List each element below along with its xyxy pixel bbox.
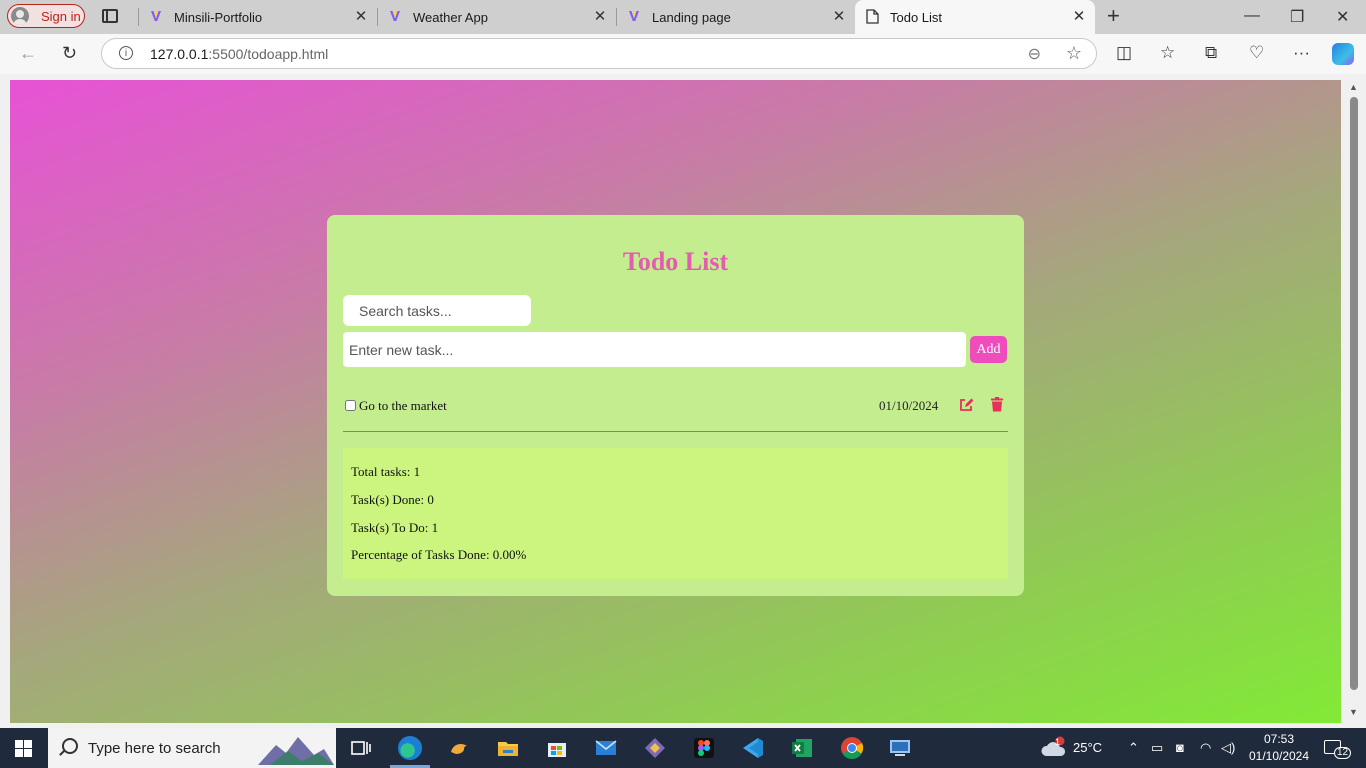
favorites-icon[interactable]: ☆ [1160, 43, 1175, 63]
close-tab-icon[interactable]: ✕ [353, 9, 369, 25]
battery-icon[interactable]: ▭ [1151, 740, 1163, 756]
taskbar-clock[interactable]: 07:53 01/10/2024 [1244, 731, 1314, 765]
weather-temperature[interactable]: 25°C [1073, 740, 1102, 755]
tab-title: Weather App [413, 9, 488, 25]
copilot-icon[interactable] [1332, 43, 1354, 65]
stat-percentage-done: Percentage of Tasks Done: 0.00% [351, 547, 527, 562]
edge-browser-icon[interactable] [390, 736, 430, 768]
url-host: 127.0.0.1 [150, 46, 209, 62]
close-tab-icon[interactable]: ✕ [592, 9, 608, 25]
browser-essentials-icon[interactable]: ♡ [1249, 43, 1264, 63]
dev-tool-icon[interactable] [643, 736, 667, 760]
task-date: 01/10/2024 [879, 398, 939, 413]
scrollbar-thumb[interactable] [1350, 97, 1358, 690]
minimize-icon[interactable]: — [1244, 7, 1260, 25]
tab-title: Minsili-Portfolio [174, 9, 263, 25]
task-done-checkbox[interactable] [345, 400, 356, 411]
zoom-icon[interactable]: ⊖ [1028, 44, 1041, 64]
network-icon[interactable]: ◠ [1200, 740, 1211, 756]
site-info-icon[interactable]: i [119, 46, 133, 60]
app-icon[interactable] [447, 736, 471, 760]
taskbar-search-box[interactable]: Type here to search [48, 728, 336, 768]
close-window-icon[interactable]: ✕ [1336, 7, 1349, 27]
show-hidden-icons-icon[interactable]: ⌃ [1128, 740, 1139, 756]
delete-icon[interactable] [991, 397, 1003, 412]
search-input[interactable] [343, 295, 531, 326]
tab-title: Todo List [890, 9, 943, 25]
clock-time: 07:53 [1263, 732, 1295, 746]
stats-panel: Total tasks: 1 Task(s) Done: 0 Task(s) T… [343, 448, 1008, 579]
url-text[interactable]: 127.0.0.1:5500/todoapp.html [150, 46, 328, 62]
windows-taskbar: Type here to search 1 25°C ⌃ ▭ ◙ ◠ ◁) 07… [0, 728, 1366, 768]
url-path: :5500/todoapp.html [208, 46, 329, 62]
tab-strip: Sign in V Minsili-Portfolio ✕ V Weather … [0, 0, 1366, 34]
tab-weather-app[interactable]: V Weather App ✕ [378, 0, 616, 34]
weather-badge: 1 [1055, 737, 1061, 747]
taskbar-search-placeholder: Type here to search [88, 740, 221, 757]
search-icon [62, 738, 78, 754]
task-item: Go to the market 01/10/2024 [343, 394, 1008, 418]
scroll-down-icon[interactable]: ▼ [1349, 707, 1358, 717]
restore-icon[interactable]: ❐ [1290, 7, 1304, 27]
vite-icon: V [387, 9, 403, 25]
stat-tasks-todo: Task(s) To Do: 1 [351, 520, 439, 535]
camera-icon[interactable]: ◙ [1176, 740, 1184, 755]
new-task-input[interactable] [343, 332, 966, 367]
file-explorer-icon[interactable] [496, 736, 520, 760]
windows-start-icon[interactable] [15, 740, 32, 757]
back-icon[interactable]: ← [19, 43, 37, 64]
task-divider [343, 431, 1008, 432]
notifications-icon[interactable]: 12 [1324, 740, 1352, 759]
scroll-up-icon[interactable]: ▲ [1349, 82, 1358, 92]
close-tab-icon[interactable]: ✕ [1071, 9, 1087, 25]
task-view-icon[interactable] [349, 736, 373, 760]
volume-icon[interactable]: ◁) [1221, 740, 1235, 756]
page-viewport: Todo List Add Go to the market 01/10/202… [10, 80, 1341, 723]
notification-count: 12 [1334, 747, 1352, 759]
refresh-icon[interactable]: ↻ [62, 43, 77, 64]
browser-toolbar: ← ↻ i 127.0.0.1:5500/todoapp.html ⊖ ☆ ◫ … [0, 34, 1366, 74]
microsoft-store-icon[interactable] [545, 736, 569, 760]
vite-icon: V [626, 9, 642, 25]
stat-total-tasks: Total tasks: 1 [351, 464, 421, 479]
excel-icon[interactable] [790, 736, 814, 760]
mail-icon[interactable] [594, 736, 618, 760]
page-title: Todo List [622, 247, 729, 276]
close-tab-icon[interactable]: ✕ [831, 9, 847, 25]
clock-date: 01/10/2024 [1248, 749, 1310, 763]
page-scrollbar[interactable]: ▲ ▼ [1345, 80, 1366, 723]
tab-todo-list[interactable]: Todo List ✕ [855, 0, 1095, 34]
figma-icon[interactable] [692, 736, 716, 760]
more-options-icon[interactable]: ··· [1293, 43, 1310, 63]
sign-in-button[interactable]: Sign in [7, 4, 85, 28]
tab-actions-icon[interactable] [102, 9, 118, 23]
stat-tasks-done: Task(s) Done: 0 [351, 492, 434, 507]
page-icon [864, 9, 880, 25]
chrome-icon[interactable] [840, 736, 864, 760]
search-highlight-icon [258, 737, 334, 765]
add-button[interactable]: Add [970, 336, 1007, 363]
vscode-icon[interactable] [741, 736, 765, 760]
edit-icon[interactable] [959, 398, 973, 412]
tab-title: Landing page [652, 9, 731, 25]
address-bar[interactable]: i 127.0.0.1:5500/todoapp.html ⊖ ☆ [101, 38, 1097, 69]
tab-landing-page[interactable]: V Landing page ✕ [617, 0, 855, 34]
profile-avatar-icon [11, 7, 29, 25]
favorite-star-icon[interactable]: ☆ [1066, 43, 1082, 64]
remote-desktop-icon[interactable] [888, 736, 912, 760]
new-tab-icon[interactable]: + [1107, 5, 1120, 27]
vite-icon: V [148, 9, 164, 25]
sign-in-label: Sign in [41, 8, 81, 24]
weather-icon[interactable] [1040, 736, 1068, 763]
tab-minsili-portfolio[interactable]: V Minsili-Portfolio ✕ [139, 0, 377, 34]
task-text: Go to the market [359, 398, 447, 413]
todo-card: Todo List Add Go to the market 01/10/202… [327, 215, 1024, 596]
collections-icon[interactable]: ⧉ [1205, 43, 1217, 63]
split-screen-icon[interactable]: ◫ [1116, 43, 1132, 63]
